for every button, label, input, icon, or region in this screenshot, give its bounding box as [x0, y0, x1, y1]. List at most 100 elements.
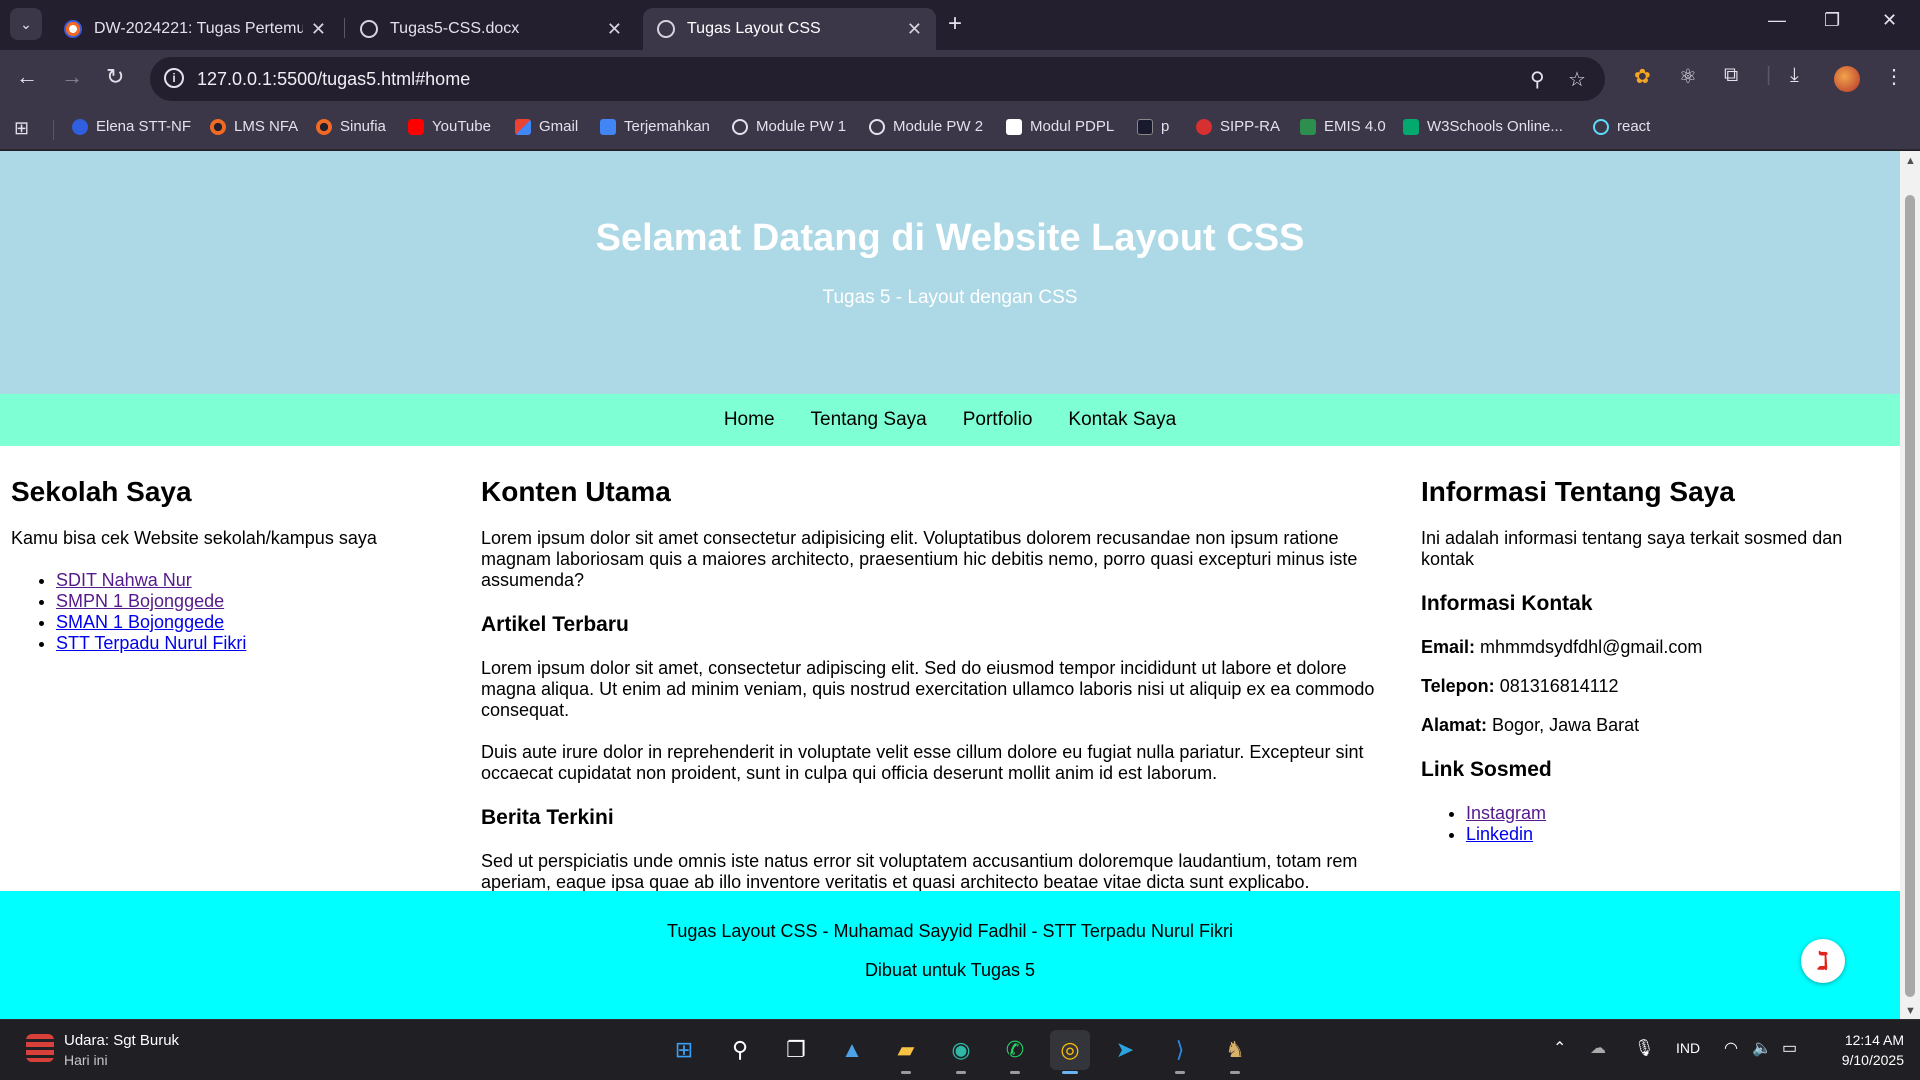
game-icon: ♞	[1225, 1037, 1245, 1062]
link-stt-terpadu-nurul-fikri[interactable]: STT Terpadu Nurul Fikri	[56, 633, 246, 653]
bookmark-p[interactable]: p	[1137, 118, 1169, 135]
forward-button[interactable]: →	[61, 64, 83, 90]
bookmark-star-icon[interactable]: ☆	[1568, 67, 1586, 92]
nav-tentang-saya[interactable]: Tentang Saya	[811, 409, 927, 431]
language-indicator[interactable]: IND	[1676, 1040, 1700, 1056]
window-close-button[interactable]: ✕	[1882, 10, 1897, 31]
bookmark-modul-pdpl[interactable]: Modul PDPL	[1006, 118, 1114, 135]
alamat-value: Bogor, Jawa Barat	[1492, 715, 1640, 735]
tab-dw[interactable]: DW-2024221: Tugas Pertemuan ✕	[50, 8, 340, 50]
bookmark-sipp-ra[interactable]: SIPP-RA	[1196, 118, 1280, 135]
close-icon[interactable]: ✕	[907, 19, 922, 40]
paragraph: Duis aute irure dolor in reprehenderit i…	[481, 742, 1364, 783]
search-button[interactable]: ⚲	[720, 1030, 760, 1070]
new-tab-button[interactable]: +	[948, 10, 962, 38]
file-explorer-app[interactable]: ▰	[886, 1030, 926, 1074]
site-footer: Tugas Layout CSS - Muhamad Sayyid Fadhil…	[0, 891, 1900, 1019]
vscode-app[interactable]: ⟩	[1160, 1030, 1200, 1074]
extensions-puzzle-icon[interactable]: ⧉	[1724, 64, 1738, 87]
avatar[interactable]	[1834, 66, 1860, 92]
close-icon[interactable]: ✕	[311, 19, 326, 40]
reload-button[interactable]: ↻	[106, 64, 124, 90]
bookmark-lms-nfa[interactable]: LMS NFA	[210, 118, 298, 135]
scroll-thumb[interactable]	[1905, 195, 1915, 997]
bookmark-label: YouTube	[432, 118, 491, 135]
bookmark-youtube[interactable]: YouTube	[408, 118, 491, 135]
link-linkedin[interactable]: Linkedin	[1466, 824, 1533, 844]
list-item: Linkedin	[1466, 824, 1881, 845]
sipp-icon	[1196, 118, 1212, 135]
battery-icon[interactable]: ▭	[1782, 1038, 1797, 1058]
page-scrollbar[interactable]: ▲ ▼	[1900, 151, 1920, 1019]
bookmark-elena[interactable]: Elena STT-NF	[72, 118, 191, 135]
whatsapp-icon: ✆	[1005, 1037, 1025, 1062]
school-links-list: SDIT Nahwa Nur SMPN 1 Bojonggede SMAN 1 …	[11, 570, 466, 654]
edge-app[interactable]: ◉	[941, 1030, 981, 1074]
bookmarks-bar: ⊞ Elena STT-NF LMS NFA Sinufia YouTube G…	[0, 108, 1920, 150]
nav-portfolio[interactable]: Portfolio	[963, 409, 1033, 431]
bookmark-w3schools[interactable]: W3Schools Online...	[1403, 118, 1563, 135]
link-smpn-1-bojonggede[interactable]: SMPN 1 Bojonggede	[56, 591, 224, 611]
telegram-app[interactable]: ➤	[1105, 1030, 1145, 1070]
scroll-up-arrow-icon[interactable]: ▲	[1905, 155, 1916, 167]
windows-taskbar: Udara: Sgt Buruk Hari ini ⊞ ⚲ ❐ ▲ ▰ ◉ ✆ …	[0, 1019, 1920, 1080]
close-icon[interactable]: ✕	[607, 19, 622, 40]
chevron-up-icon[interactable]: ⌃	[1553, 1038, 1566, 1058]
tab-layout-css[interactable]: Tugas Layout CSS ✕	[643, 8, 936, 50]
bookmark-gmail[interactable]: Gmail	[515, 118, 578, 135]
back-button[interactable]: ←	[16, 64, 38, 90]
moodle-favicon-icon	[64, 20, 82, 38]
bookmark-label: Elena STT-NF	[96, 118, 192, 135]
bookmark-react[interactable]: react	[1593, 118, 1650, 135]
link-sdit-nahwa-nur[interactable]: SDIT Nahwa Nur	[56, 570, 192, 590]
chrome-app[interactable]: ◎	[1050, 1030, 1090, 1074]
photos-app[interactable]: ▲	[832, 1030, 872, 1070]
list-item: SMPN 1 Bojonggede	[56, 591, 466, 612]
scroll-down-arrow-icon[interactable]: ▼	[1905, 1005, 1916, 1017]
link-instagram[interactable]: Instagram	[1466, 803, 1546, 823]
bookmark-module-pw2[interactable]: Module PW 2	[869, 118, 983, 135]
reload-icon: ↻	[106, 64, 125, 89]
sidebar-right: Informasi Tentang Saya Ini adalah inform…	[1421, 446, 1881, 845]
link-sman-1-bojonggede[interactable]: SMAN 1 Bojonggede	[56, 612, 224, 632]
pdf-extension-button[interactable]: ℷ	[1801, 939, 1845, 983]
bookmark-emis[interactable]: EMIS 4.0	[1300, 118, 1386, 135]
cookie-extension-icon[interactable]: ✿	[1634, 64, 1651, 89]
address-bar[interactable]: i 127.0.0.1:5500/tugas5.html#home ⚲ ☆	[150, 57, 1605, 101]
minimize-button[interactable]: —	[1768, 10, 1786, 31]
clock[interactable]: 12:14 AM 9/10/2025	[1820, 1030, 1904, 1070]
bookmark-terjemahkan[interactable]: Terjemahkan	[600, 118, 710, 135]
contact-email: Email: mhmmdsydfdhl@gmail.com	[1421, 637, 1881, 658]
apps-grid-icon[interactable]: ⊞	[14, 118, 29, 139]
air-quality-icon[interactable]	[26, 1034, 54, 1062]
wifi-icon[interactable]: ◠	[1724, 1038, 1738, 1058]
onedrive-icon[interactable]: ☁	[1590, 1038, 1606, 1058]
restore-button[interactable]: ❐	[1824, 10, 1840, 31]
tab-search-button[interactable]: ⌄	[10, 8, 42, 40]
nav-home[interactable]: Home	[724, 409, 775, 431]
bookmark-module-pw1[interactable]: Module PW 1	[732, 118, 846, 135]
url-text[interactable]: 127.0.0.1:5500/tugas5.html#home	[197, 69, 470, 90]
edge-icon: ◉	[951, 1037, 971, 1062]
whatsapp-app[interactable]: ✆	[995, 1030, 1035, 1074]
subheading-kontak: Informasi Kontak	[1421, 592, 1593, 615]
microphone-icon[interactable]: 🎙	[1634, 1038, 1654, 1058]
weather-subtitle[interactable]: Hari ini	[64, 1052, 108, 1068]
tab-docx[interactable]: Tugas5-CSS.docx ✕	[346, 8, 636, 50]
game-app[interactable]: ♞	[1215, 1030, 1255, 1074]
bookmark-label: Gmail	[539, 118, 579, 135]
translate-icon	[600, 118, 616, 135]
zoom-icon[interactable]: ⚲	[1530, 67, 1545, 92]
task-view-button[interactable]: ❐	[776, 1030, 816, 1070]
site-info-icon[interactable]: i	[164, 68, 184, 88]
download-icon[interactable]: ⤓	[1790, 64, 1799, 87]
react-devtools-icon[interactable]: ⚛	[1679, 64, 1697, 89]
more-menu-icon[interactable]: ⋮	[1884, 64, 1904, 89]
bookmark-sinufia[interactable]: Sinufia	[316, 118, 386, 135]
bookmark-divider	[53, 120, 54, 140]
volume-icon[interactable]: 🔈	[1752, 1038, 1772, 1058]
acrobat-icon: ℷ	[1817, 947, 1829, 975]
nav-kontak-saya[interactable]: Kontak Saya	[1068, 409, 1176, 431]
start-button[interactable]: ⊞	[664, 1030, 704, 1070]
weather-title[interactable]: Udara: Sgt Buruk	[64, 1032, 179, 1049]
